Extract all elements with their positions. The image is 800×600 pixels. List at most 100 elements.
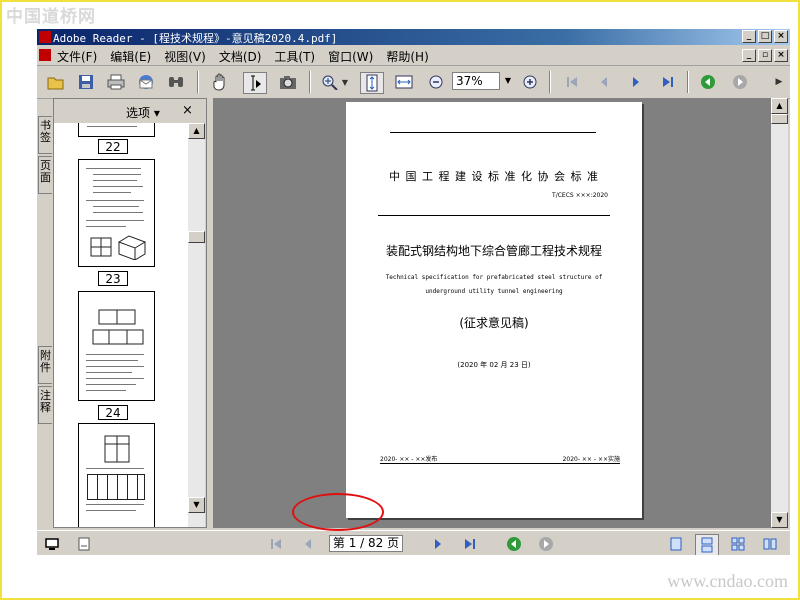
figure-drawing-icon (90, 235, 147, 260)
table-thumbnail (87, 474, 145, 500)
page-thumbnail[interactable] (78, 423, 155, 527)
status-prev-page-icon[interactable] (297, 534, 319, 554)
go-forward-icon[interactable] (729, 72, 751, 92)
doc-minimize-button[interactable]: _ (742, 49, 756, 62)
select-text-icon[interactable] (243, 72, 267, 94)
menu-tools[interactable]: 工具(T) (274, 48, 315, 65)
page-indicator[interactable]: 第 1 / 82 页 (329, 535, 403, 552)
status-bar: 第 1 / 82 页 (37, 530, 790, 555)
zoom-out-icon[interactable] (425, 72, 447, 92)
scrollbar-thumb[interactable] (771, 114, 788, 124)
reader-window: Adobe Reader - [程技术规程》-意见稿2020.4.pdf] _ … (37, 29, 790, 555)
draft-label: (征求意见稿) (459, 316, 529, 330)
options-chevron-icon: ▾ (153, 106, 160, 120)
tab-attachments[interactable]: 附件 (38, 346, 52, 384)
next-page-icon[interactable] (625, 72, 647, 92)
toolbar-separator (687, 71, 689, 93)
page-number-label: 22 (98, 139, 128, 154)
options-label: 选项 (126, 106, 151, 120)
open-icon[interactable] (45, 72, 67, 92)
minimize-button[interactable]: _ (742, 30, 756, 43)
panel-close-icon[interactable]: × (182, 103, 193, 118)
page-thumbnail[interactable] (78, 291, 155, 401)
status-first-page-icon[interactable] (265, 534, 287, 554)
document-scrollbar[interactable]: ▲ ▼ (771, 98, 788, 528)
maximize-button[interactable]: □ (758, 30, 772, 43)
snapshot-icon[interactable] (277, 72, 299, 92)
email-icon[interactable] (135, 72, 157, 92)
print-icon[interactable] (105, 72, 127, 92)
facing-view-icon[interactable] (759, 534, 781, 554)
single-page-view-icon[interactable] (665, 534, 687, 554)
toolbar-separator (309, 71, 311, 93)
go-back-icon[interactable] (697, 72, 719, 92)
search-icon[interactable] (165, 72, 187, 92)
page-number-label: 24 (98, 405, 128, 420)
status-last-page-icon[interactable] (459, 534, 481, 554)
toolbar-separator (549, 71, 551, 93)
prev-page-icon[interactable] (593, 72, 615, 92)
fit-width-icon[interactable] (393, 72, 415, 92)
document-icon[interactable] (39, 49, 51, 61)
panel-header: 选项 ▾ × (54, 99, 206, 123)
tab-pages[interactable]: 页面 (38, 156, 52, 194)
toolbar-expand-icon[interactable]: ▶ (773, 72, 785, 92)
menu-bar: 文件(F) 编辑(E) 视图(V) 文档(D) 工具(T) 窗口(W) 帮助(H… (37, 46, 790, 66)
page-size-icon[interactable] (73, 534, 95, 554)
tab-bookmarks[interactable]: 书签 (38, 116, 52, 154)
zoom-level-input[interactable]: 37% (452, 72, 500, 90)
menu-help[interactable]: 帮助(H) (386, 48, 428, 65)
document-view[interactable]: 中 国 工 程 建 设 标 准 化 协 会 标 准 T/CECS ×××:202… (213, 98, 771, 528)
last-page-icon[interactable] (657, 72, 679, 92)
zoom-in-tool-icon[interactable] (319, 72, 341, 92)
continuous-view-icon[interactable] (695, 534, 719, 555)
zoom-dropdown-icon[interactable]: ▼ (502, 72, 514, 90)
zoom-in-icon[interactable] (519, 72, 541, 92)
save-icon[interactable] (75, 72, 97, 92)
hand-tool-icon[interactable] (209, 72, 231, 92)
thumbnail-list[interactable]: 22 23 24 (54, 123, 188, 527)
scroll-up-icon[interactable]: ▲ (188, 123, 205, 139)
menu-edit[interactable]: 编辑(E) (110, 48, 151, 65)
english-title-line1: Technical specification for prefabricate… (385, 274, 603, 281)
scroll-up-icon[interactable]: ▲ (771, 98, 788, 114)
menu-document[interactable]: 文档(D) (219, 48, 262, 65)
doc-close-button[interactable]: × (774, 49, 788, 62)
scrollbar-thumb[interactable] (188, 231, 205, 243)
standard-number: T/CECS ×××:2020 (552, 192, 608, 199)
document-date: (2020 年 02 月 23 日) (457, 361, 531, 369)
scroll-down-icon[interactable]: ▼ (771, 512, 788, 528)
doc-restore-button[interactable]: ▫ (758, 49, 772, 62)
navigation-tabs: 书签 页面 附件 注释 (37, 98, 53, 528)
footer-rule (380, 463, 620, 464)
scroll-down-icon[interactable]: ▼ (188, 497, 205, 513)
page-thumbnail[interactable] (78, 159, 155, 267)
tab-bookmarks-label: 书签 (40, 119, 51, 144)
tab-comments-label: 注释 (40, 389, 51, 414)
close-button[interactable]: × (774, 30, 788, 43)
status-go-back-icon[interactable] (503, 534, 525, 554)
screen-mode-icon[interactable] (41, 534, 63, 554)
tab-comments[interactable]: 注释 (38, 386, 52, 424)
status-next-page-icon[interactable] (427, 534, 449, 554)
menu-file[interactable]: 文件(F) (57, 48, 97, 65)
menu-window[interactable]: 窗口(W) (328, 48, 373, 65)
page-thumbnail[interactable] (78, 123, 155, 137)
title-bar[interactable]: Adobe Reader - [程技术规程》-意见稿2020.4.pdf] _ … (37, 29, 790, 45)
issue-date: 2020- ×× - ××发布 (380, 456, 438, 463)
options-menu[interactable]: 选项 ▾ (126, 104, 160, 121)
effective-date: 2020- ×× - ××实施 (562, 456, 620, 463)
pages-panel: 选项 ▾ × 22 23 24 ▲ ▼ (53, 98, 207, 528)
menu-view[interactable]: 视图(V) (164, 48, 206, 65)
zoom-tool-dropdown-icon[interactable]: ▼ (339, 72, 351, 92)
fit-page-icon[interactable] (360, 72, 384, 94)
pdf-page: 中 国 工 程 建 设 标 准 化 协 会 标 准 T/CECS ×××:202… (346, 102, 642, 518)
tab-pages-label: 页面 (40, 159, 51, 184)
status-go-forward-icon[interactable] (535, 534, 557, 554)
continuous-facing-view-icon[interactable] (727, 534, 749, 554)
thumbnail-scrollbar[interactable]: ▲ ▼ (188, 123, 205, 527)
first-page-icon[interactable] (561, 72, 583, 92)
watermark-top: 中国道桥网 (6, 7, 96, 27)
top-rule (390, 132, 596, 133)
toolbar-separator (197, 71, 199, 93)
